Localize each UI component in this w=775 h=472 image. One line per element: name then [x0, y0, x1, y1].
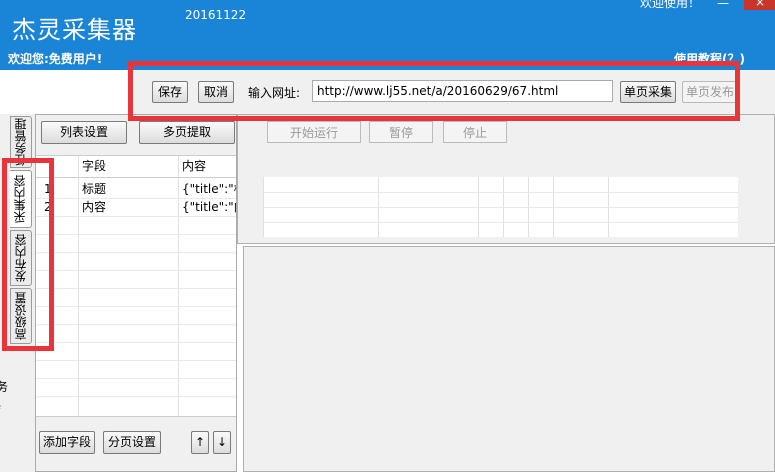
- run-status-grid: [263, 177, 738, 237]
- tab-advanced-settings[interactable]: 高级设置: [10, 288, 32, 344]
- save-button[interactable]: 保存: [152, 81, 188, 103]
- multi-page-extract-button[interactable]: 多页提取: [139, 121, 235, 144]
- strip-text: 务: [0, 380, 9, 394]
- stop-button[interactable]: 停止: [443, 121, 507, 143]
- minimize-icon[interactable]: —: [716, 0, 730, 10]
- row-index: 1: [44, 182, 52, 196]
- single-publish-button[interactable]: 单页发布: [682, 81, 738, 103]
- single-collect-button[interactable]: 单页采集: [620, 81, 676, 103]
- table-cell-content[interactable]: {"title":"标题: [182, 180, 236, 198]
- toolbar: 保存 取消 输入网址: 单页采集 单页发布: [134, 70, 775, 114]
- start-run-button[interactable]: 开始运行: [267, 121, 361, 143]
- list-settings-button[interactable]: 列表设置: [41, 121, 127, 144]
- url-input[interactable]: [312, 80, 613, 102]
- move-down-button[interactable]: ↓: [213, 431, 231, 454]
- column-header-content: 内容: [182, 159, 207, 173]
- preview-panel: [243, 246, 775, 472]
- url-label: 输入网址:: [248, 86, 301, 100]
- title-bar: 杰灵采集器 20161122 欢迎使用！ — × 欢迎您:免费用户! 使用教程(…: [0, 0, 775, 70]
- row-index: 2: [44, 200, 52, 214]
- tab-task-management[interactable]: 任务管理: [10, 116, 32, 168]
- table-cell-content[interactable]: {"title":"内容: [182, 198, 236, 216]
- run-panel: 开始运行 暂停 停止: [237, 114, 775, 244]
- move-up-button[interactable]: ↑: [191, 431, 209, 454]
- cancel-button[interactable]: 取消: [198, 81, 234, 103]
- table-cell-field[interactable]: 标题: [82, 180, 106, 198]
- pause-button[interactable]: 暂停: [369, 121, 433, 143]
- side-tab-bar: 任务管理 采集内容 发布内容 高级设置: [8, 114, 35, 472]
- add-field-button[interactable]: 添加字段: [39, 431, 95, 454]
- app-version: 20161122: [185, 8, 247, 22]
- paging-settings-button[interactable]: 分页设置: [103, 431, 161, 454]
- table-cell-field[interactable]: 内容: [82, 198, 106, 216]
- tab-publish-content[interactable]: 发布内容: [10, 230, 32, 286]
- tutorial-link[interactable]: 使用教程(？): [674, 50, 745, 67]
- close-icon[interactable]: ×: [744, 0, 775, 10]
- column-header-field: 字段: [82, 159, 107, 173]
- field-table: 字段 内容 1 标题 {"title":"标题 2 内容 {"title":"内…: [36, 155, 236, 417]
- field-list-panel: 列表设置 多页提取 字段 内容 1 标题 {"title":"标题 2 内容 {…: [35, 114, 237, 472]
- tab-collect-content[interactable]: 采集内容: [10, 170, 32, 228]
- welcome-text: 欢迎您:免费用户!: [8, 52, 103, 66]
- welcome-top-text: 欢迎使用！: [640, 0, 701, 10]
- app-title: 杰灵采集器: [12, 16, 137, 44]
